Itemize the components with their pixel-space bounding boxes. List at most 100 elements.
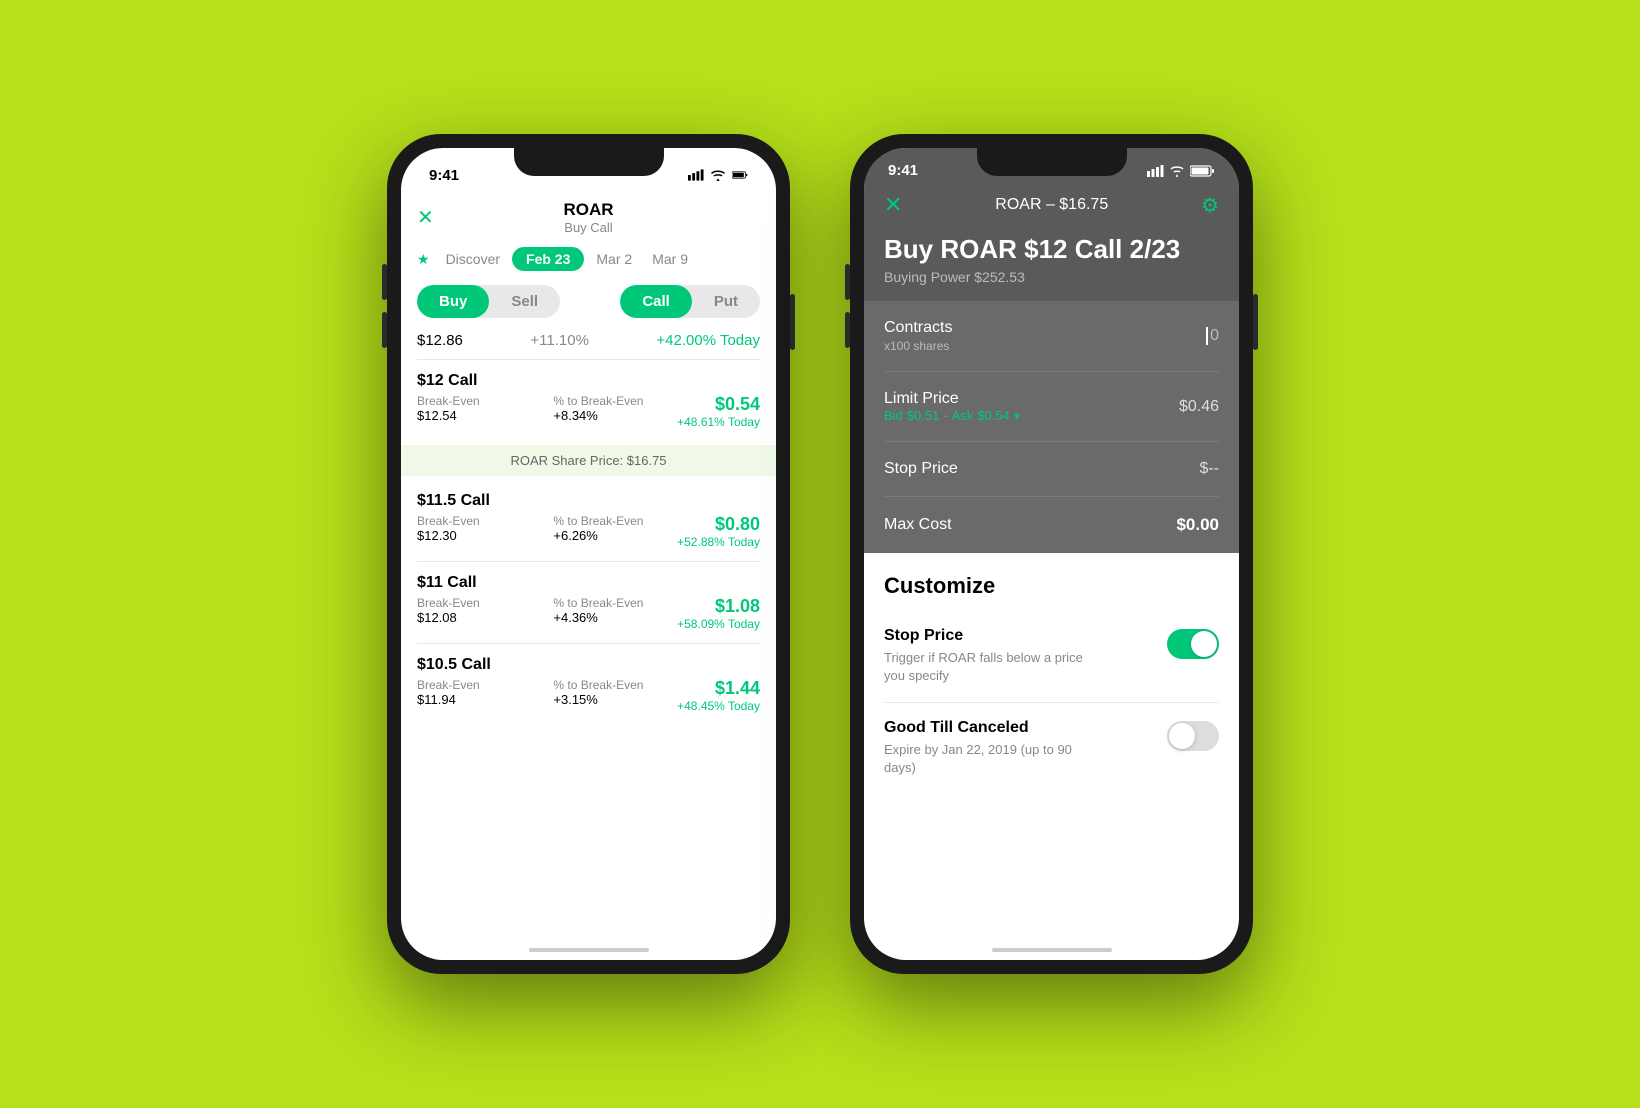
pct-val-3: +4.36%: [553, 610, 643, 625]
signal-icon: [688, 169, 704, 181]
call-button[interactable]: Call: [620, 285, 692, 318]
pct-val-4: +3.15%: [553, 692, 643, 707]
status-time-1: 9:41: [429, 167, 459, 184]
gtc-desc: Expire by Jan 22, 2019 (up to 90 days): [884, 741, 1104, 777]
max-cost-label: Max Cost: [884, 516, 952, 534]
option-11-5call-name: $11.5 Call: [417, 492, 760, 510]
option-price-1: $0.54: [677, 394, 760, 415]
phone2-gear-icon[interactable]: ⚙: [1201, 193, 1219, 218]
wifi-icon: [710, 169, 726, 181]
phone1-ticker: ROAR: [563, 200, 613, 220]
pct-label-4: % to Break-Even: [553, 678, 643, 692]
buy-sell-toggle[interactable]: Buy Sell: [417, 285, 560, 318]
action-row: Buy Sell Call Put: [401, 279, 776, 328]
tab-mar2[interactable]: Mar 2: [588, 247, 640, 271]
limit-price-value: $0.46: [1179, 398, 1219, 416]
price-today: +42.00% Today: [656, 332, 760, 349]
bid-ask-row[interactable]: Bid $0.51 · Ask $0.54 ▾: [884, 408, 1020, 423]
ask-label: Ask: [952, 408, 974, 423]
option-11call-name: $11 Call: [417, 574, 760, 592]
stop-price-customize-label: Stop Price: [884, 627, 1104, 645]
share-price: $12.86: [417, 332, 463, 349]
sell-button[interactable]: Sell: [489, 285, 560, 318]
phone2-topbar: ✕ ROAR – $16.75 ⚙: [884, 192, 1219, 218]
pct-label-2: % to Break-Even: [553, 514, 643, 528]
phone2-header-title: ROAR – $16.75: [995, 196, 1108, 214]
pct-val-1: +8.34%: [553, 408, 643, 423]
breakeven-label-4: Break-Even: [417, 678, 480, 692]
option-row-11call[interactable]: $11 Call Break-Even $12.08 % to Break-Ev…: [401, 562, 776, 643]
max-cost-row: Max Cost $0.00: [884, 497, 1219, 553]
star-icon: ★: [417, 251, 430, 268]
status-icons-1: [688, 169, 748, 181]
battery-icon: [732, 169, 748, 181]
phone2-battery-icon: [1190, 165, 1215, 177]
option-change-2: +52.88% Today: [677, 535, 760, 549]
phone2-signal-icon: [1147, 165, 1164, 177]
phone-1: 9:41: [387, 134, 790, 974]
chevron-down-icon[interactable]: ▾: [1014, 409, 1020, 423]
pct-label-3: % to Break-Even: [553, 596, 643, 610]
tab-feb23[interactable]: Feb 23: [512, 247, 584, 271]
option-change-3: +58.09% Today: [677, 617, 760, 631]
price-pct: +11.10%: [530, 332, 589, 349]
dot-separator: ·: [943, 408, 947, 423]
breakeven-label-3: Break-Even: [417, 596, 480, 610]
limit-price-row[interactable]: Limit Price Bid $0.51 · Ask $0.54 ▾ $0.4…: [884, 372, 1219, 442]
price-row: $12.86 +11.10% +42.00% Today: [401, 328, 776, 359]
contracts-sub: x100 shares: [884, 339, 952, 353]
option-price-3: $1.08: [677, 596, 760, 617]
breakeven-val-3: $12.08: [417, 610, 480, 625]
customize-section: Customize Stop Price Trigger if ROAR fal…: [864, 553, 1239, 793]
phone2-status-time: 9:41: [888, 162, 918, 179]
pct-label-1: % to Break-Even: [553, 394, 643, 408]
share-price-banner: ROAR Share Price: $16.75: [401, 445, 776, 476]
gtc-label: Good Till Canceled: [884, 719, 1104, 737]
customize-title: Customize: [884, 553, 1219, 611]
contracts-label: Contracts: [884, 319, 952, 337]
option-price-2: $0.80: [677, 514, 760, 535]
option-change-1: +48.61% Today: [677, 415, 760, 429]
option-10-5call-name: $10.5 Call: [417, 656, 760, 674]
ask-value: $0.54: [977, 408, 1010, 423]
breakeven-val-4: $11.94: [417, 692, 480, 707]
option-row-12call[interactable]: $12 Call Break-Even $12.54 % to Break-Ev…: [401, 360, 776, 441]
phone1-tab-row: ★ Discover Feb 23 Mar 2 Mar 9: [401, 239, 776, 279]
breakeven-label-2: Break-Even: [417, 514, 480, 528]
phone1-close-button[interactable]: ✕: [417, 205, 434, 230]
tab-discover[interactable]: Discover: [438, 247, 508, 271]
stop-price-customize-row: Stop Price Trigger if ROAR falls below a…: [884, 611, 1219, 702]
tab-mar9[interactable]: Mar 9: [644, 247, 696, 271]
breakeven-val-2: $12.30: [417, 528, 480, 543]
contracts-input[interactable]: 0: [1206, 327, 1219, 345]
stop-price-label: Stop Price: [884, 460, 958, 478]
phone2-buying-power: Buying Power $252.53: [884, 269, 1219, 285]
bid-label: Bid: [884, 408, 903, 423]
limit-price-label: Limit Price: [884, 390, 1020, 408]
phone1-top-nav: ✕ ROAR Buy Call: [401, 192, 776, 239]
put-button[interactable]: Put: [692, 285, 760, 318]
contracts-row[interactable]: Contracts x100 shares 0: [884, 301, 1219, 372]
phone2-order-title: Buy ROAR $12 Call 2/23: [884, 234, 1219, 265]
stop-price-customize-desc: Trigger if ROAR falls below a price you …: [884, 649, 1104, 685]
call-put-toggle[interactable]: Call Put: [620, 285, 760, 318]
pct-val-2: +6.26%: [553, 528, 643, 543]
max-cost-value: $0.00: [1176, 515, 1219, 535]
phone2-wifi-icon: [1169, 165, 1185, 177]
phone2-status-icons: [1147, 162, 1215, 179]
gtc-customize-row: Good Till Canceled Expire by Jan 22, 201…: [884, 703, 1219, 793]
gtc-toggle[interactable]: [1167, 721, 1219, 751]
stop-price-toggle[interactable]: [1167, 629, 1219, 659]
option-row-10-5call[interactable]: $10.5 Call Break-Even $11.94 % to Break-…: [401, 644, 776, 725]
stop-price-row[interactable]: Stop Price $--: [884, 442, 1219, 497]
option-12call-name: $12 Call: [417, 372, 760, 390]
stop-price-value: $--: [1199, 460, 1219, 478]
breakeven-val-1: $12.54: [417, 408, 480, 423]
phone-2: 9:41: [850, 134, 1253, 974]
buy-button[interactable]: Buy: [417, 285, 489, 318]
breakeven-label-1: Break-Even: [417, 394, 480, 408]
order-form-section: Contracts x100 shares 0 Limit Price Bid …: [864, 301, 1239, 553]
option-change-4: +48.45% Today: [677, 699, 760, 713]
phone2-close-button[interactable]: ✕: [884, 192, 902, 218]
option-row-11-5call[interactable]: $11.5 Call Break-Even $12.30 % to Break-…: [401, 480, 776, 561]
